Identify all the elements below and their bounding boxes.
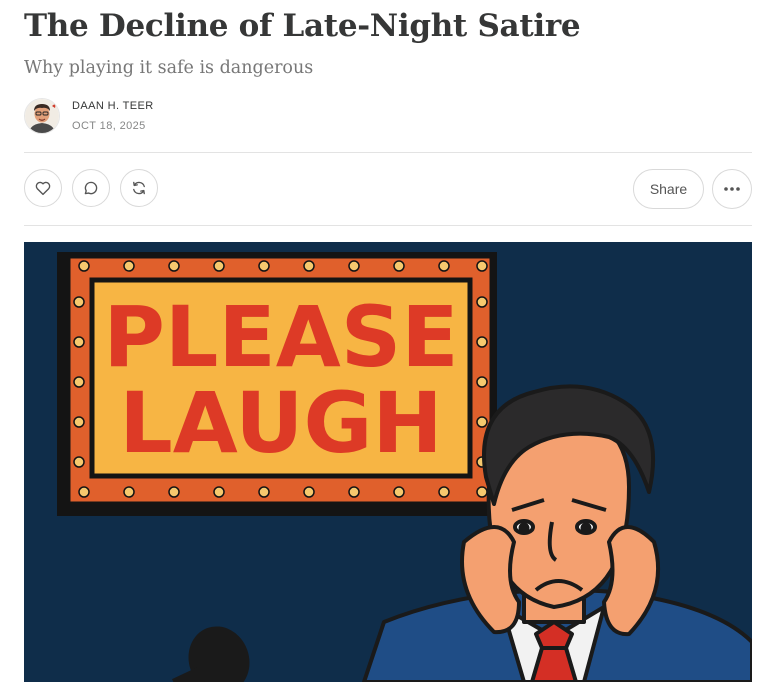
comment-button[interactable] xyxy=(72,169,110,207)
hero-image: PLEASE LAUGH xyxy=(24,242,752,682)
comment-icon xyxy=(84,181,98,195)
more-options-button[interactable] xyxy=(712,169,752,209)
more-icon xyxy=(724,187,740,191)
post-subtitle: Why playing it safe is dangerous xyxy=(24,58,314,78)
sign-line1: PLEASE xyxy=(103,288,458,386)
restack-icon xyxy=(133,181,145,195)
divider-bottom xyxy=(24,225,752,226)
share-button[interactable]: Share xyxy=(633,169,704,209)
author-name[interactable]: DAAN H. TEER xyxy=(72,99,154,113)
byline: DAAN H. TEER OCT 18, 2025 xyxy=(24,98,154,134)
please-laugh-sign: PLEASE LAUGH xyxy=(57,252,497,516)
restack-button[interactable] xyxy=(120,169,158,207)
post-date: OCT 18, 2025 xyxy=(72,120,146,132)
like-button[interactable] xyxy=(24,169,62,207)
heart-icon xyxy=(35,181,51,196)
sign-line2: LAUGH xyxy=(119,374,442,472)
divider-top xyxy=(24,152,752,153)
author-avatar[interactable] xyxy=(24,98,60,134)
post-title: The Decline of Late-Night Satire xyxy=(24,8,581,44)
